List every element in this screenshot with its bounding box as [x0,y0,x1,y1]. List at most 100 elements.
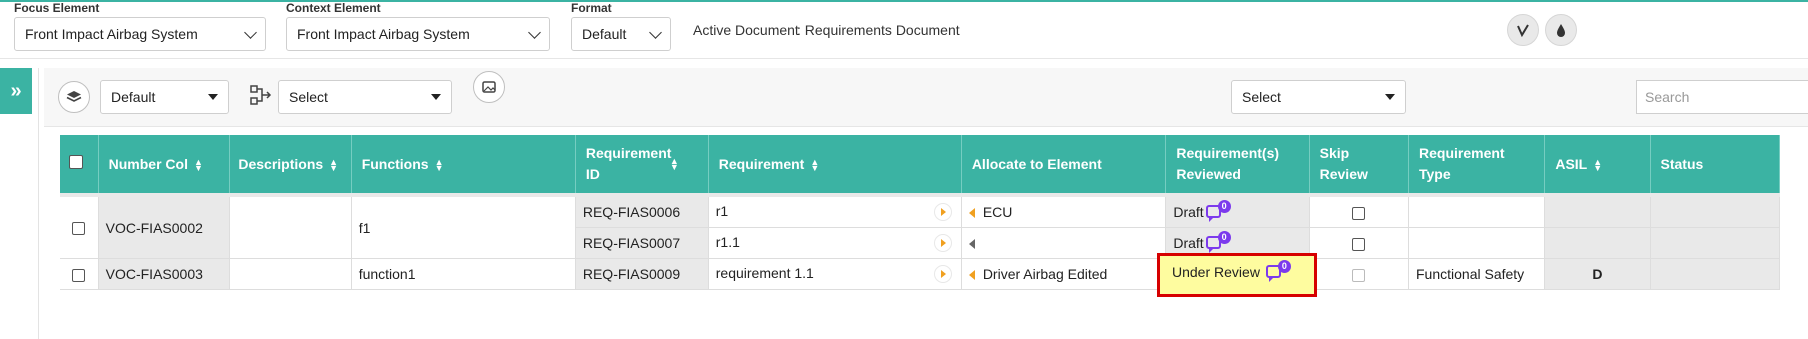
skip-review-checkbox[interactable] [1352,237,1366,251]
navigate-left-icon[interactable] [968,270,975,281]
hierarchy-icon[interactable] [250,84,272,111]
descriptions-cell[interactable] [229,258,352,290]
reviewed-status: Under Review [1172,264,1260,280]
row-checkbox-cell[interactable] [60,193,99,259]
col-requirement-type[interactable]: Requirement Type [1408,135,1546,195]
vine-icon[interactable] [1507,14,1539,46]
focus-element-label: Focus Element [14,1,100,15]
sort-icon[interactable]: ▲ ▼ [810,157,819,172]
col-reviewed[interactable]: Requirement(s) Reviewed [1165,135,1310,195]
layer-select[interactable]: Default [100,80,229,114]
col-requirement-type-label: Requirement Type [1419,145,1505,182]
under-review-content[interactable]: Under Review 0 [1172,259,1291,282]
format-value: Default [582,26,627,42]
filter-select[interactable]: Select [1231,80,1406,114]
comment-count-badge: 0 [1217,199,1231,213]
col-allocate[interactable]: Allocate to Element [961,135,1167,195]
requirement-cell[interactable]: r1.1 [708,227,962,259]
skip-review-checkbox[interactable] [1352,206,1366,220]
col-descriptions[interactable]: Descriptions ▲ ▼ [229,135,352,195]
col-requirement-id[interactable]: Requirement ID▲ ▼ [575,135,709,195]
active-document-label: Active Document [693,22,799,38]
col-functions[interactable]: Functions ▲ ▼ [351,135,576,195]
image-view-icon[interactable] [473,71,505,103]
asil-cell [1544,193,1651,228]
focus-element-value: Front Impact Airbag System [25,26,198,42]
comment-icon[interactable]: 0 [1205,230,1231,253]
format-select[interactable]: Default [571,17,671,51]
header-row: Number Col ▲ ▼ Descriptions ▲ ▼ Functions ▲ ▼ … [60,135,1780,195]
allocate-cell[interactable]: Driver Airbag Edited [961,258,1167,290]
col-number-label: Number Col [108,155,188,172]
col-asil[interactable]: ASIL ▲ ▼ [1544,135,1651,195]
sort-icon[interactable]: ▲ ▼ [670,157,679,172]
comment-icon[interactable]: 0 [1205,199,1231,222]
search-input[interactable] [1636,80,1808,114]
requirement-type-cell[interactable]: Functional Safety [1408,258,1546,290]
col-descriptions-label: Descriptions [238,155,324,172]
reviewed-cell[interactable]: Draft 0 [1165,227,1310,259]
skip-review-cell[interactable] [1309,227,1410,259]
hierarchy-select[interactable]: Select [278,80,452,114]
allocate-cell[interactable]: ECU [961,193,1167,228]
col-number[interactable]: Number Col ▲ ▼ [98,135,231,195]
navigate-left-icon[interactable] [968,208,975,219]
hierarchy-select-value: Select [289,89,328,105]
requirement-type-cell[interactable] [1408,227,1546,259]
select-all-header[interactable] [60,135,99,195]
select-all-checkbox[interactable] [69,154,83,169]
dropdown-arrow-icon [431,94,441,100]
col-skip-review[interactable]: Skip Review [1309,135,1410,195]
navigate-right-icon[interactable] [933,203,952,221]
comment-count-badge: 0 [1217,230,1231,244]
requirement-cell[interactable]: requirement 1.1 [708,258,962,290]
skip-review-checkbox[interactable] [1352,268,1366,282]
col-asil-label: ASIL [1555,155,1588,172]
col-requirement-label: Requirement [718,155,805,172]
col-functions-label: Functions [361,155,429,172]
col-status[interactable]: Status [1650,135,1780,195]
col-status-label: Status [1660,155,1704,172]
left-rail-divider [38,68,39,339]
drop-icon[interactable] [1545,14,1577,46]
sort-icon[interactable]: ▲ ▼ [435,157,444,172]
sort-icon[interactable]: ▲ ▼ [1593,157,1602,172]
dropdown-arrow-icon [208,94,218,100]
chevron-down-icon [244,25,257,39]
active-document-value: : Requirements Document [797,22,960,38]
col-requirement[interactable]: Requirement ▲ ▼ [708,135,962,195]
function-cell[interactable]: function1 [351,258,576,290]
focus-element-select[interactable]: Front Impact Airbag System [14,17,266,51]
layers-icon[interactable] [58,81,90,113]
requirement-type-cell[interactable] [1408,193,1546,228]
context-element-select[interactable]: Front Impact Airbag System [286,17,550,51]
reviewed-cell[interactable]: Draft 0 [1165,193,1310,228]
row-checkbox[interactable] [72,268,86,282]
status-cell [1650,227,1780,259]
dropdown-arrow-icon [1385,94,1395,100]
requirement-id-cell: REQ-FIAS0009 [575,258,709,290]
function-cell[interactable]: f1 [351,193,576,259]
requirement-text: requirement 1.1 [715,265,814,281]
requirements-grid: Number Col ▲ ▼ Descriptions ▲ ▼ Functions ▲ ▼ … [60,135,1780,290]
requirement-cell[interactable]: r1 [708,193,962,228]
number-cell: VOC-FIAS0002 [98,193,231,259]
skip-review-cell[interactable] [1309,258,1410,290]
navigate-right-icon[interactable] [933,234,952,252]
navigate-right-icon[interactable] [933,265,952,283]
reviewed-status: Draft [1173,204,1204,220]
allocate-cell[interactable] [961,227,1167,259]
skip-review-cell[interactable] [1309,193,1410,228]
col-skip-review-label: Skip Review [1319,145,1368,182]
row-checkbox-cell[interactable] [60,258,99,290]
sort-icon[interactable]: ▲ ▼ [329,157,338,172]
table-row: VOC-FIAS0002 f1 REQ-FIAS0006 r1 ECU Draf… [60,193,1780,259]
status-cell [1650,193,1780,228]
allocate-text: ECU [982,204,1013,220]
comment-icon[interactable]: 0 [1265,259,1291,282]
expand-sidebar-button[interactable]: » [0,68,32,114]
navigate-left-icon[interactable] [968,239,975,250]
descriptions-cell[interactable] [229,193,352,259]
row-checkbox[interactable] [72,222,86,236]
sort-icon[interactable]: ▲ ▼ [194,157,203,172]
